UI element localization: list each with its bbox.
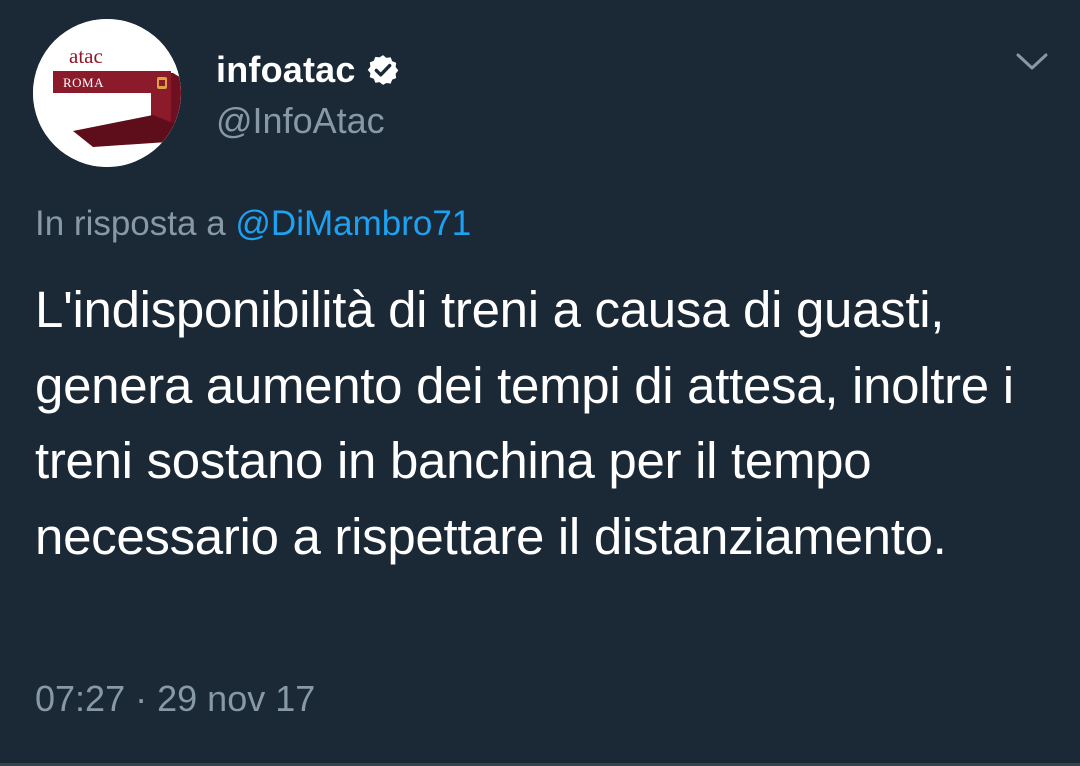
author-handle[interactable]: @InfoAtac: [216, 100, 385, 142]
tweet-card: atac ROMA infoatac @InfoAtac In risposta…: [0, 0, 1080, 766]
atac-logo: atac ROMA: [33, 19, 181, 167]
avatar[interactable]: atac ROMA: [33, 19, 181, 167]
reply-context: In risposta a @DiMambro71: [35, 204, 471, 244]
verified-badge-icon: [366, 53, 400, 87]
author-name-row[interactable]: infoatac: [216, 46, 400, 94]
logo-text: atac: [69, 44, 103, 68]
chevron-down-icon[interactable]: [1012, 46, 1052, 76]
timestamp-separator: ·: [135, 678, 148, 719]
reply-prefix: In risposta a: [35, 204, 226, 243]
tweet-timestamp[interactable]: 07:27 · 29 nov 17: [35, 678, 315, 720]
tweet-time: 07:27: [35, 678, 126, 719]
tweet-date: 29 nov 17: [157, 678, 316, 719]
logo-subtext: ROMA: [63, 75, 104, 90]
display-name[interactable]: infoatac: [216, 49, 356, 91]
reply-target-link[interactable]: @DiMambro71: [235, 204, 471, 243]
tweet-text: L'indisponibilità di treni a causa di gu…: [35, 281, 1014, 565]
